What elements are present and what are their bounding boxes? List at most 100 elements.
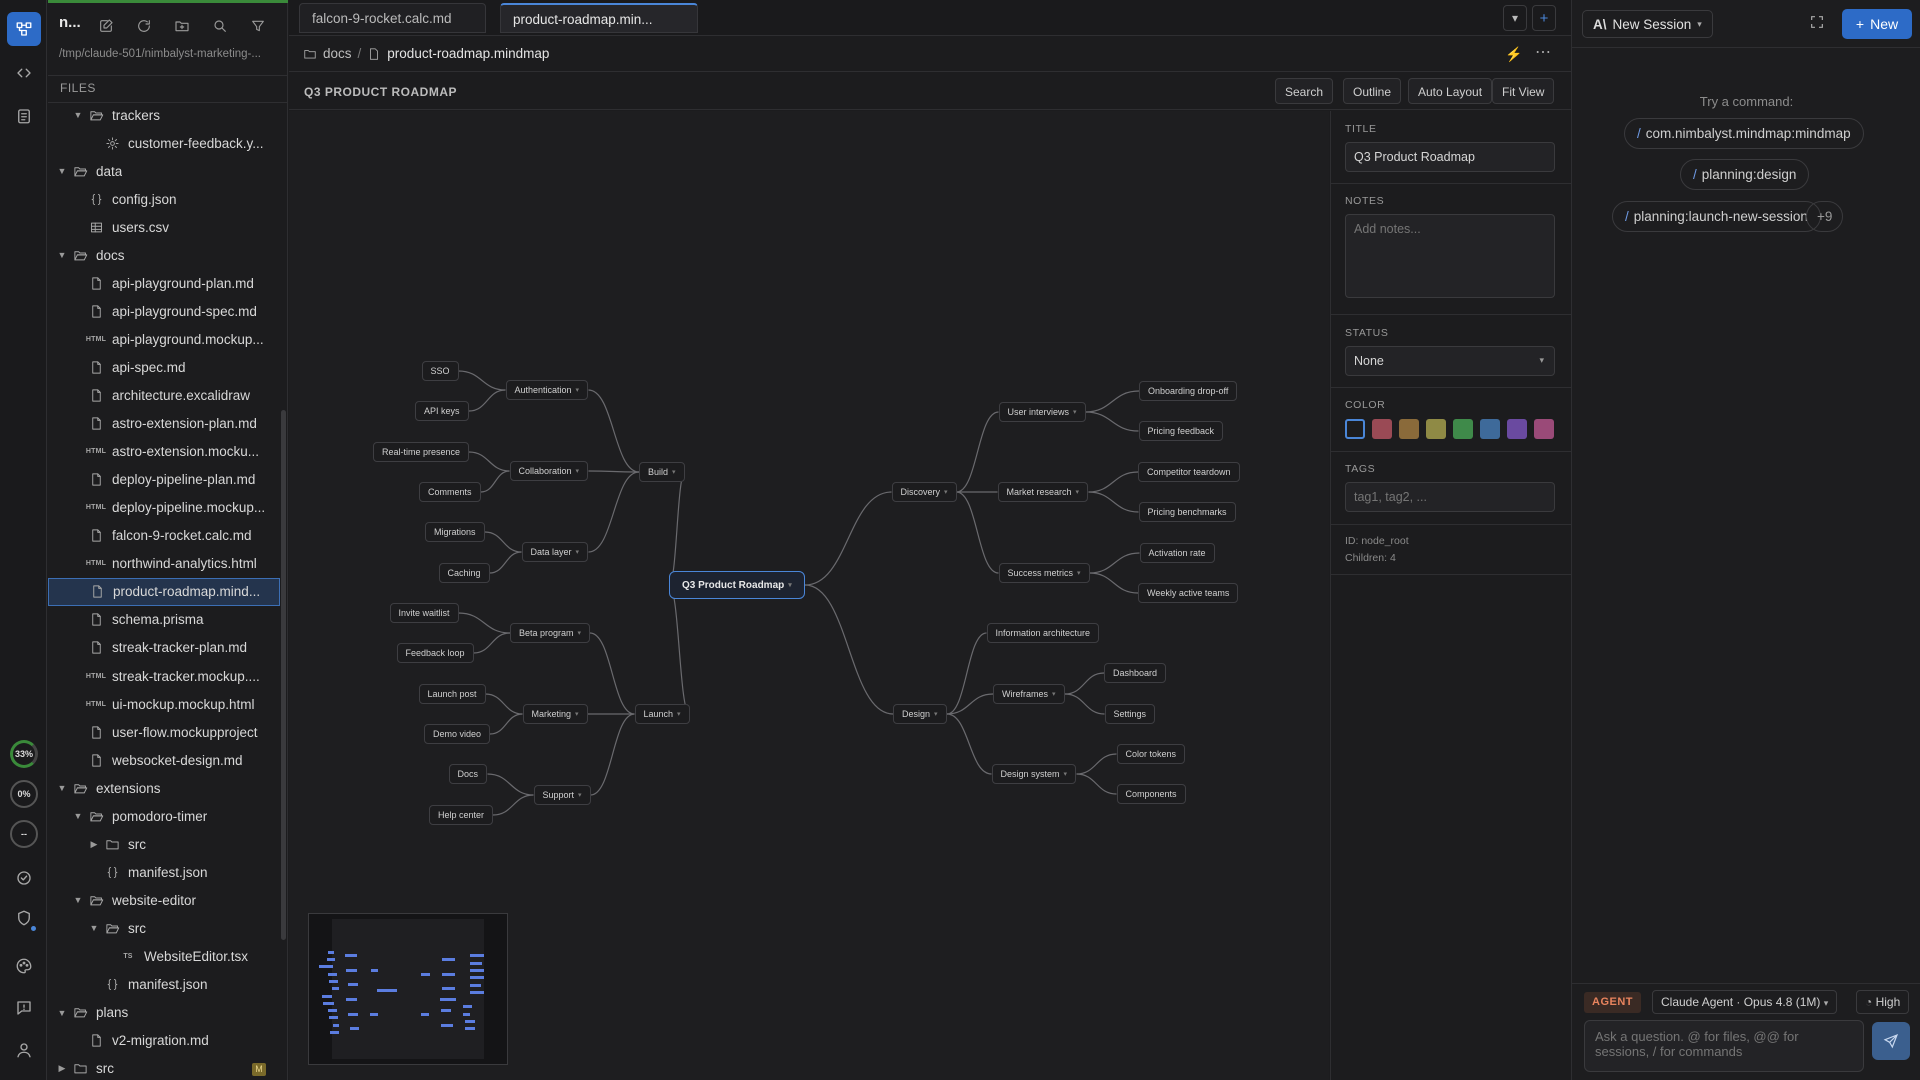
new-file-icon[interactable] <box>98 18 116 36</box>
mindmap-node[interactable]: Feedback loop <box>396 643 474 663</box>
fit-view-button[interactable]: Fit View <box>1492 78 1555 104</box>
clipboard-icon[interactable] <box>7 99 41 133</box>
mindmap-node[interactable]: Launch ▾ <box>634 704 690 724</box>
color-swatch[interactable] <box>1480 419 1500 439</box>
mindmap-node[interactable]: Demo video <box>424 724 491 744</box>
mindmap-node[interactable]: Caching <box>438 563 490 583</box>
usage-ring-other[interactable]: -- <box>10 820 38 848</box>
send-button[interactable] <box>1872 1022 1910 1060</box>
mindmap-node[interactable]: Collaboration ▾ <box>509 461 589 481</box>
mindmap-node[interactable]: Docs <box>448 764 488 784</box>
feedback-icon[interactable] <box>7 991 41 1025</box>
mindmap-node[interactable]: Invite waitlist <box>389 603 459 623</box>
tree-folder[interactable]: ▶ src <box>48 830 280 858</box>
workspace-title[interactable]: n... <box>59 14 81 31</box>
color-swatch[interactable] <box>1534 419 1554 439</box>
tree-folder[interactable]: ▼ trackers <box>48 101 280 129</box>
tree-file[interactable]: api-playground-spec.md <box>48 297 280 325</box>
tree-file[interactable]: v2-migration.md <box>48 1027 280 1055</box>
mindmap-node[interactable]: Information architecture <box>986 623 1100 643</box>
effort-selector[interactable]: ◔ High <box>1856 990 1910 1014</box>
tab-list-dropdown[interactable]: ▾ <box>1503 5 1527 31</box>
collapse-chevron-icon[interactable]: ▾ <box>944 488 948 496</box>
tree-file[interactable]: TS WebsiteEditor.tsx <box>48 943 280 971</box>
tags-input[interactable] <box>1345 482 1555 512</box>
mindmap-node[interactable]: Launch post <box>418 684 486 704</box>
mindmap-root-node[interactable]: Q3 Product Roadmap ▾ <box>669 571 805 599</box>
tree-file[interactable]: streak-tracker-plan.md <box>48 634 280 662</box>
chevron-down-icon[interactable]: ▼ <box>56 1008 68 1018</box>
tree-file[interactable]: websocket-design.md <box>48 746 280 774</box>
chevron-down-icon[interactable]: ▼ <box>88 923 100 933</box>
mindmap-node[interactable]: Weekly active teams <box>1138 583 1239 603</box>
mindmap-node[interactable]: Color tokens <box>1116 744 1186 764</box>
collapse-chevron-icon[interactable]: ▾ <box>677 710 681 718</box>
mindmap-node[interactable]: Authentication ▾ <box>505 380 589 400</box>
tree-folder[interactable]: ▼ plans <box>48 999 280 1027</box>
mindmap-node[interactable]: Market research ▾ <box>997 482 1089 502</box>
mindmap-node[interactable]: Success metrics ▾ <box>998 563 1090 583</box>
chevron-down-icon[interactable]: ▼ <box>72 110 84 120</box>
tree-file[interactable]: deploy-pipeline-plan.md <box>48 466 280 494</box>
tree-file[interactable]: HTML northwind-analytics.html <box>48 550 280 578</box>
app-logo-icon[interactable] <box>7 12 41 46</box>
tree-folder[interactable]: ▼ docs <box>48 241 280 269</box>
refresh-icon[interactable] <box>136 18 154 36</box>
tree-file[interactable]: HTML astro-extension.mocku... <box>48 438 280 466</box>
lightning-icon[interactable]: ⚡ <box>1505 46 1522 63</box>
tree-file[interactable]: config.json <box>48 185 280 213</box>
collapse-chevron-icon[interactable]: ▾ <box>934 710 938 718</box>
tree-file[interactable]: schema.prisma <box>48 606 280 634</box>
tree-folder[interactable]: ▶ src M <box>48 1055 280 1080</box>
tree-file[interactable]: user-flow.mockupproject <box>48 718 280 746</box>
chevron-down-icon[interactable]: ▼ <box>56 783 68 793</box>
ask-input[interactable] <box>1584 1020 1864 1072</box>
mindmap-node[interactable]: SSO <box>421 361 459 381</box>
chevron-down-icon[interactable]: ▼ <box>72 895 84 905</box>
sidebar-scrollbar[interactable] <box>281 410 286 940</box>
mindmap-node[interactable]: Marketing ▾ <box>522 704 588 724</box>
color-swatch[interactable] <box>1372 419 1392 439</box>
collapse-chevron-icon[interactable]: ▾ <box>576 386 580 394</box>
user-icon[interactable] <box>7 1033 41 1067</box>
collapse-chevron-icon[interactable]: ▾ <box>576 548 580 556</box>
mindmap-node[interactable]: Components <box>1116 784 1186 804</box>
auto-layout-button[interactable]: Auto Layout <box>1408 78 1493 104</box>
mindmap-node[interactable]: Design ▾ <box>893 704 947 724</box>
mindmap-node[interactable]: Pricing feedback <box>1138 421 1224 441</box>
tree-folder[interactable]: ▼ website-editor <box>48 886 280 914</box>
mindmap-node[interactable]: Discovery ▾ <box>891 482 957 502</box>
tree-folder[interactable]: ▼ src <box>48 914 280 942</box>
tree-file[interactable]: manifest.json <box>48 858 280 886</box>
code-icon[interactable] <box>7 56 41 90</box>
tree-folder[interactable]: ▼ data <box>48 157 280 185</box>
mindmap-node[interactable]: Beta program ▾ <box>510 623 591 643</box>
tree-file[interactable]: HTML deploy-pipeline.mockup... <box>48 494 280 522</box>
color-swatch[interactable] <box>1453 419 1473 439</box>
mindmap-node[interactable]: Competitor teardown <box>1138 462 1240 482</box>
expand-icon[interactable] <box>1809 14 1827 32</box>
mindmap-node[interactable]: Real-time presence <box>373 442 470 462</box>
chevron-down-icon[interactable]: ▼ <box>72 811 84 821</box>
new-folder-icon[interactable] <box>174 18 192 36</box>
tree-file[interactable]: api-spec.md <box>48 353 280 381</box>
notes-field[interactable] <box>1345 214 1555 298</box>
chevron-right-icon[interactable]: ▶ <box>56 1063 68 1074</box>
tree-file[interactable]: HTML streak-tracker.mockup.... <box>48 662 280 690</box>
collapse-chevron-icon[interactable]: ▾ <box>1052 690 1056 698</box>
mindmap-node[interactable]: Activation rate <box>1139 543 1215 563</box>
mindmap-node[interactable]: Design system ▾ <box>991 764 1077 784</box>
breadcrumb-file[interactable]: product-roadmap.mindmap <box>387 46 549 61</box>
model-selector[interactable]: Claude Agent · Opus 4.8 (1M) ▾ <box>1652 990 1838 1014</box>
collapse-chevron-icon[interactable]: ▾ <box>578 791 582 799</box>
tree-file[interactable]: architecture.excalidraw <box>48 382 280 410</box>
color-swatch[interactable] <box>1426 419 1446 439</box>
chevron-down-icon[interactable]: ▼ <box>56 250 68 260</box>
collapse-chevron-icon[interactable]: ▾ <box>1064 770 1068 778</box>
tree-folder[interactable]: ▼ pomodoro-timer <box>48 802 280 830</box>
color-swatch[interactable] <box>1399 419 1419 439</box>
status-select[interactable]: None ▾ <box>1345 346 1555 376</box>
tab-falcon-9-rocket[interactable]: falcon-9-rocket.calc.md <box>299 3 486 33</box>
shield-icon[interactable] <box>7 901 41 935</box>
title-field[interactable]: Q3 Product Roadmap <box>1345 142 1555 172</box>
